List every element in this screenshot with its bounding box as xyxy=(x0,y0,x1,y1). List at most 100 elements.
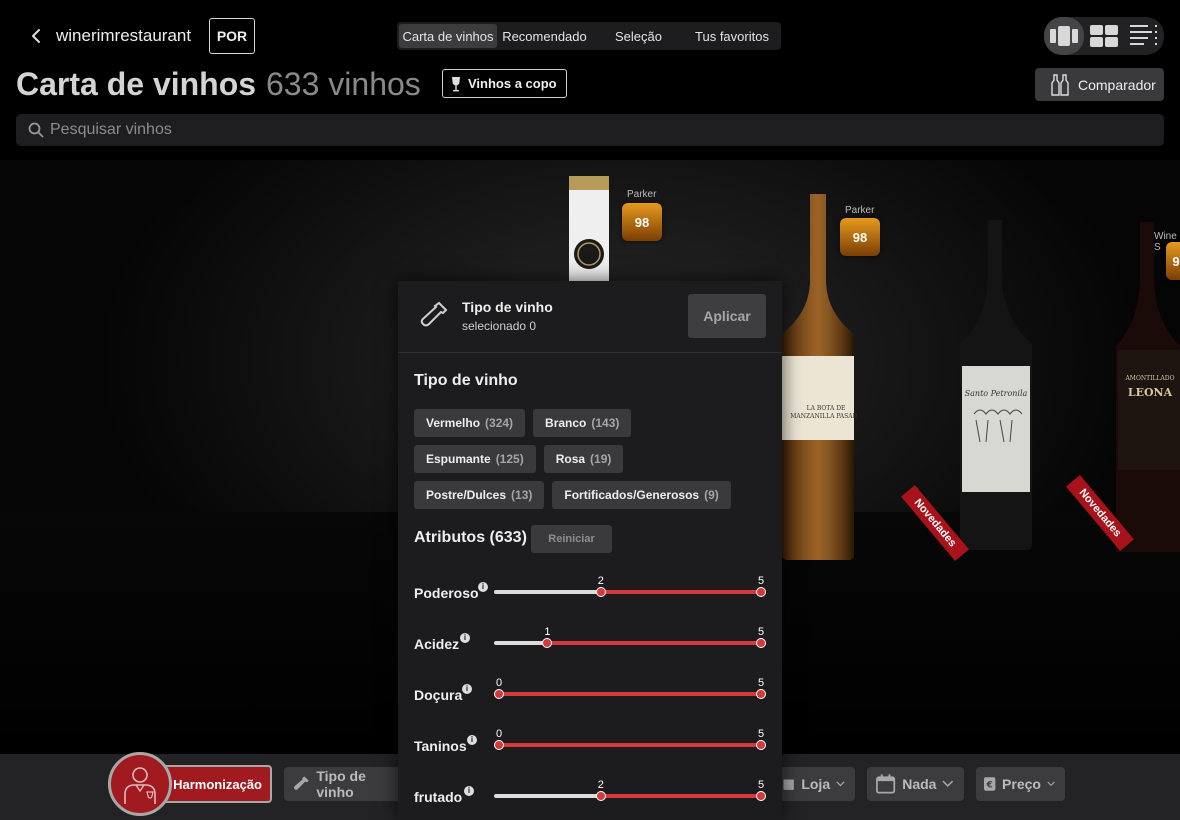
svg-text:LA BOTA DE: LA BOTA DE xyxy=(807,405,846,412)
slider-min-value: 1 xyxy=(544,626,551,638)
svg-text:MANZANILLA PASADA: MANZANILLA PASADA xyxy=(790,413,858,420)
panel-header: Tipo de vinho selecionado 0 Aplicar xyxy=(398,281,782,353)
chip-label: Postre/Dulces xyxy=(426,488,507,502)
info-icon[interactable]: i xyxy=(467,735,477,745)
chip-label: Vermelho xyxy=(426,416,481,430)
wine-bottle-image[interactable] xyxy=(566,176,612,286)
harmonization-button[interactable]: Harmonização xyxy=(160,765,272,803)
chip-rosa[interactable]: Rosa (19) xyxy=(543,445,624,473)
chip-count: (324) xyxy=(485,416,514,430)
panel-title: Tipo de vinho xyxy=(462,299,553,315)
chip-vermelho[interactable]: Vermelho (324) xyxy=(414,409,526,437)
tab-selecao[interactable]: Seleção xyxy=(592,24,685,48)
chip-label: Branco xyxy=(545,416,587,430)
slider-min-handle[interactable] xyxy=(494,740,504,750)
language-selector[interactable]: POR xyxy=(209,18,255,54)
slider-row: Acidez i 1 5 xyxy=(398,626,782,666)
score-badge[interactable]: 98 xyxy=(622,203,662,241)
calendar-icon xyxy=(876,774,896,794)
wines-by-glass-button[interactable]: Vinhos a copo xyxy=(442,69,567,98)
slider-max-value: 5 xyxy=(757,575,765,587)
wine-type-chips: Vermelho (324) Branco (143) Espumante (125)… xyxy=(414,409,774,517)
svg-text:LEONA: LEONA xyxy=(1128,386,1173,399)
search-input[interactable] xyxy=(50,121,650,139)
view-mode-switch xyxy=(1044,17,1164,55)
wine-bottle-image[interactable]: Santo Petronila xyxy=(956,220,1036,550)
search-icon xyxy=(28,122,44,138)
selected-count: selecionado 0 xyxy=(462,319,537,333)
tab-recomendado[interactable]: Recomendado xyxy=(497,24,592,48)
price-filter[interactable]: € Preço xyxy=(976,767,1065,801)
svg-text:Santo Petronila: Santo Petronila xyxy=(965,389,1028,398)
chip-espumante[interactable]: Espumante (125) xyxy=(414,445,536,473)
wine-type-filter-panel: Tipo de vinho selecionado 0 Aplicar Tipo… xyxy=(398,281,782,820)
slider-track[interactable]: 25 xyxy=(494,575,766,597)
slider-min-value: 0 xyxy=(495,728,503,740)
slider-row: Poderoso i 2 5 xyxy=(398,575,782,615)
slider-range-fill xyxy=(499,692,761,696)
search-bar xyxy=(16,114,1164,146)
none-filter[interactable]: Nada xyxy=(867,767,964,801)
store-icon xyxy=(783,779,794,790)
back-arrow-icon[interactable] xyxy=(26,26,46,46)
slider-min-handle[interactable] xyxy=(595,791,606,801)
slider-label: Doçura xyxy=(414,687,463,703)
chip-label: Fortificados/Generosos xyxy=(564,488,700,502)
comparator-button[interactable]: Comparador xyxy=(1035,68,1164,101)
wines-by-glass-label: Vinhos a copo xyxy=(468,76,557,91)
store-filter-label: Loja xyxy=(801,776,831,792)
tab-favoritos[interactable]: Tus favoritos xyxy=(685,24,779,48)
info-icon[interactable]: i xyxy=(478,582,488,592)
tab-carta-de-vinhos[interactable]: Carta de vinhos xyxy=(399,24,497,48)
slider-min-handle[interactable] xyxy=(494,689,504,699)
chip-count: (9) xyxy=(704,488,719,502)
list-view-icon[interactable] xyxy=(1124,17,1164,55)
slider-max-handle[interactable] xyxy=(756,689,766,699)
slider-max-handle[interactable] xyxy=(756,587,766,597)
score-badge[interactable]: 98 xyxy=(840,218,880,256)
chip-fortificados[interactable]: Fortificados/Generosos (9) xyxy=(552,481,731,509)
slider-max-handle[interactable] xyxy=(756,638,766,648)
slider-track[interactable]: 05 xyxy=(494,677,766,699)
chevron-down-icon xyxy=(836,781,845,787)
score-badge[interactable]: 9 xyxy=(1166,242,1180,280)
slider-max-handle[interactable] xyxy=(756,791,766,801)
chip-count: (13) xyxy=(511,488,533,502)
grid-view-icon[interactable] xyxy=(1084,17,1124,55)
attributes-title: Atributos (633) xyxy=(414,529,527,546)
slider-range-fill xyxy=(600,794,761,798)
slider-track[interactable]: 05 xyxy=(494,728,766,750)
chevron-down-icon xyxy=(942,780,954,788)
store-filter[interactable]: Loja xyxy=(774,767,855,801)
wine-type-filter[interactable]: Tipo de vinho xyxy=(284,767,402,801)
slider-label: frutado xyxy=(414,789,463,805)
reset-button[interactable]: Reiniciar xyxy=(531,525,612,553)
chip-branco[interactable]: Branco (143) xyxy=(533,409,632,437)
sommelier-avatar[interactable] xyxy=(108,752,172,816)
info-icon[interactable]: i xyxy=(462,684,472,694)
slider-max-value: 5 xyxy=(757,626,765,638)
bottle-icon xyxy=(420,301,448,327)
chip-count: (125) xyxy=(495,452,524,466)
score-source-label: Parker xyxy=(845,205,875,216)
apply-button[interactable]: Aplicar xyxy=(688,294,766,338)
score-source-label: Parker xyxy=(627,189,657,200)
sommelier-icon xyxy=(124,767,156,804)
info-icon[interactable]: i xyxy=(460,633,470,643)
venue-name[interactable]: winerimrestaurant xyxy=(56,26,191,46)
slider-max-value: 5 xyxy=(757,779,765,791)
bottle-icon xyxy=(293,776,309,790)
slider-max-handle[interactable] xyxy=(756,740,766,750)
slider-min-handle[interactable] xyxy=(595,587,606,597)
slider-label: Poderoso xyxy=(414,585,479,601)
svg-text:AMONTILLADO: AMONTILLADO xyxy=(1124,375,1174,382)
chip-postre-dulces[interactable]: Postre/Dulces (13) xyxy=(414,481,545,509)
price-filter-label: Preço xyxy=(1002,776,1041,792)
wine-glass-icon xyxy=(452,76,460,91)
slider-track[interactable]: 25 xyxy=(494,779,766,801)
info-icon[interactable]: i xyxy=(464,786,474,796)
slider-track[interactable]: 15 xyxy=(494,626,766,648)
carousel-view-icon[interactable] xyxy=(1044,17,1084,55)
slider-min-handle[interactable] xyxy=(542,638,553,648)
slider-label: Taninos xyxy=(414,738,467,754)
